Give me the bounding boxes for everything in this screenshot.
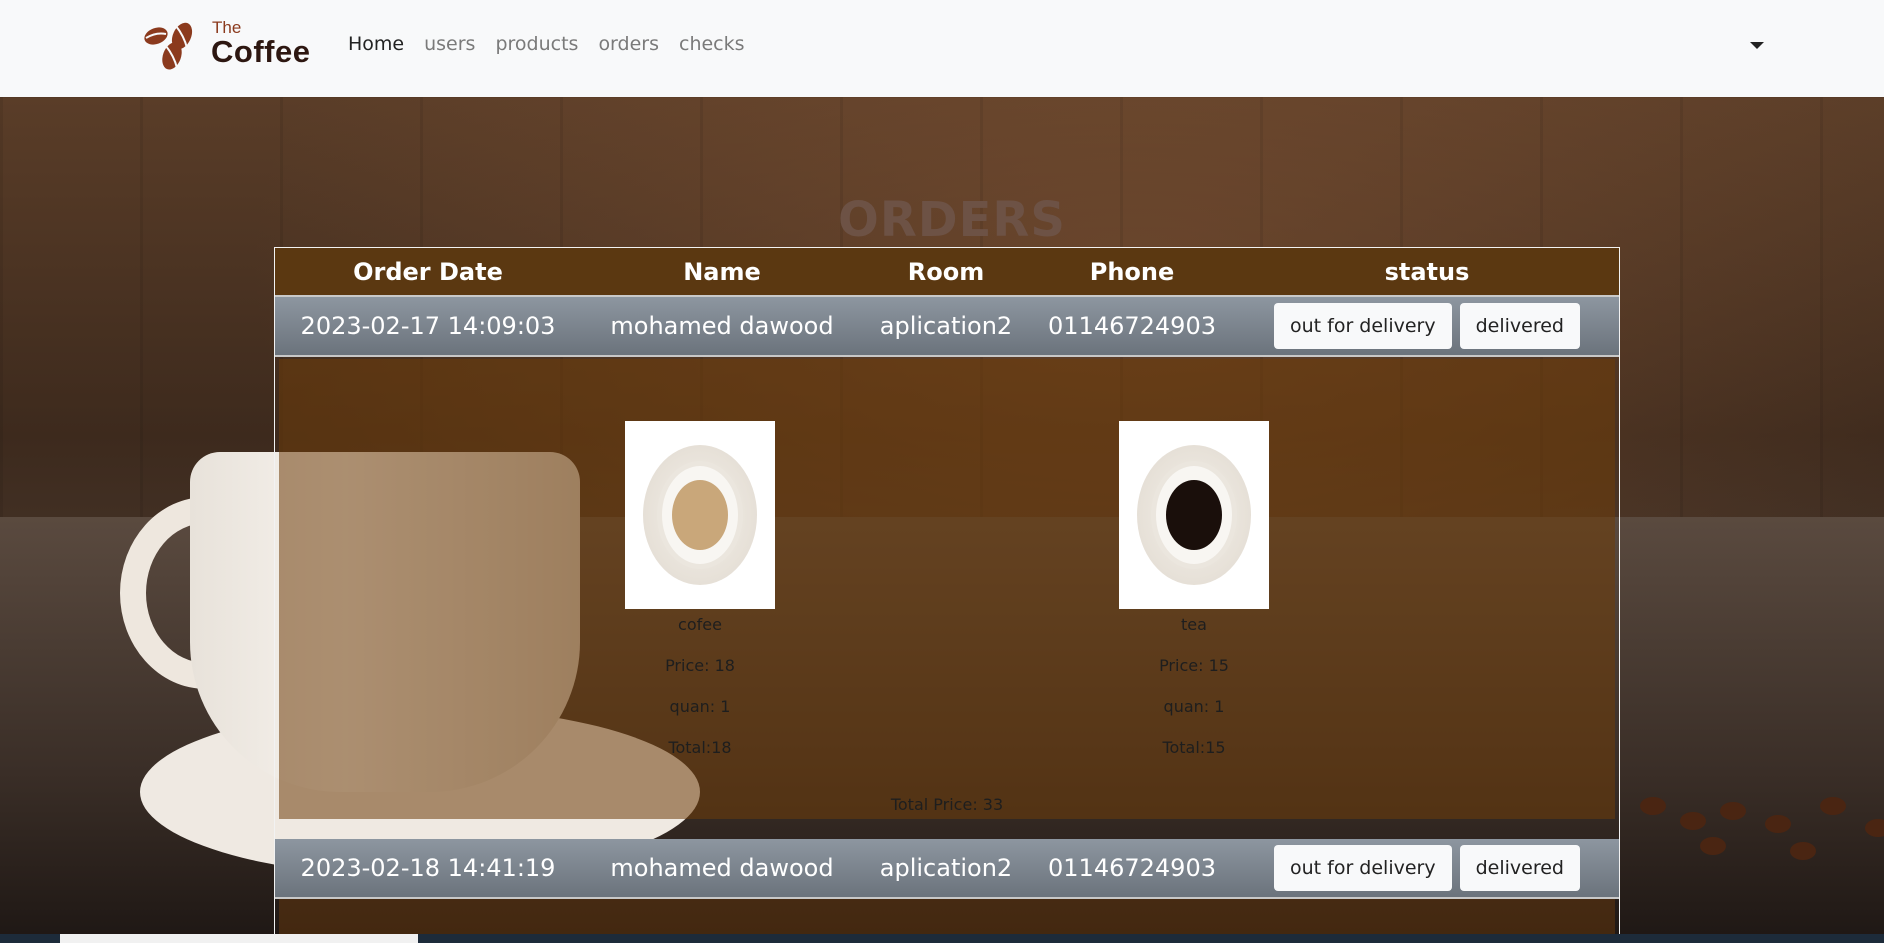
header-phone: Phone <box>1089 257 1175 286</box>
product-price: Price: 15 <box>1159 656 1229 675</box>
scrollbar-thumb[interactable] <box>60 934 418 943</box>
product-total: Total:18 <box>668 738 732 757</box>
table-row[interactable]: 2023-02-17 14:09:03 mohamed dawood aplic… <box>275 297 1619 357</box>
product-name: cofee <box>678 615 722 634</box>
brand-logo[interactable]: The Coffee <box>142 18 322 73</box>
navbar: The Coffee Home users products orders ch… <box>0 0 1884 97</box>
nav-item-orders[interactable]: orders <box>598 33 659 55</box>
product-total: Total:15 <box>1162 738 1226 757</box>
orders-table: Order Date Name Room Phone status 2023-0… <box>274 247 1620 936</box>
order-room: aplication2 <box>879 854 1013 882</box>
product-card: tea Price: 15 quan: 1 Total:15 <box>1119 421 1269 757</box>
order-phone: 01146724903 <box>1048 312 1216 340</box>
nav-item-home[interactable]: Home <box>348 33 404 55</box>
product-quantity: quan: 1 <box>669 697 731 716</box>
order-date: 2023-02-17 14:09:03 <box>300 312 556 340</box>
order-details: cofee Price: 18 quan: 1 Total:18 tea Pri… <box>279 359 1615 819</box>
header-name: Name <box>683 257 761 286</box>
page-title: ORDERS <box>838 192 1066 249</box>
liquid-swatch <box>672 480 728 550</box>
delivered-button[interactable]: delivered <box>1459 845 1580 891</box>
product-image <box>1119 421 1269 609</box>
product-card: cofee Price: 18 quan: 1 Total:18 <box>625 421 775 757</box>
product-image <box>625 421 775 609</box>
order-name: mohamed dawood <box>610 854 834 882</box>
product-name: tea <box>1181 615 1207 634</box>
main-nav: Home users products orders checks <box>348 33 765 55</box>
header-room: Room <box>907 257 985 286</box>
order-details <box>279 899 1615 936</box>
liquid-swatch <box>1166 480 1222 550</box>
out-for-delivery-button[interactable]: out for delivery <box>1273 845 1452 891</box>
order-status: out for delivery delivered <box>1235 303 1619 349</box>
nav-item-users[interactable]: users <box>424 33 475 55</box>
nav-item-products[interactable]: products <box>495 33 578 55</box>
table-header: Order Date Name Room Phone status <box>275 248 1619 297</box>
coffee-beans-icon <box>144 22 193 70</box>
out-for-delivery-button[interactable]: out for delivery <box>1273 303 1452 349</box>
order-phone: 01146724903 <box>1048 854 1216 882</box>
product-quantity: quan: 1 <box>1163 697 1225 716</box>
horizontal-scrollbar[interactable] <box>0 934 1884 943</box>
order-date: 2023-02-18 14:41:19 <box>300 854 556 882</box>
delivered-button[interactable]: delivered <box>1459 303 1580 349</box>
order-room: aplication2 <box>879 312 1013 340</box>
header-order-date: Order Date <box>353 257 503 286</box>
brand-name: Coffee <box>211 34 311 69</box>
user-menu-caret-icon[interactable] <box>1750 42 1764 49</box>
order-status: out for delivery delivered <box>1235 845 1619 891</box>
order-total-price: Total Price: 33 <box>890 795 1004 814</box>
table-row[interactable]: 2023-02-18 14:41:19 mohamed dawood aplic… <box>275 839 1619 899</box>
header-status: status <box>1384 257 1470 286</box>
nav-item-checks[interactable]: checks <box>679 33 745 55</box>
order-name: mohamed dawood <box>610 312 834 340</box>
product-price: Price: 18 <box>665 656 735 675</box>
